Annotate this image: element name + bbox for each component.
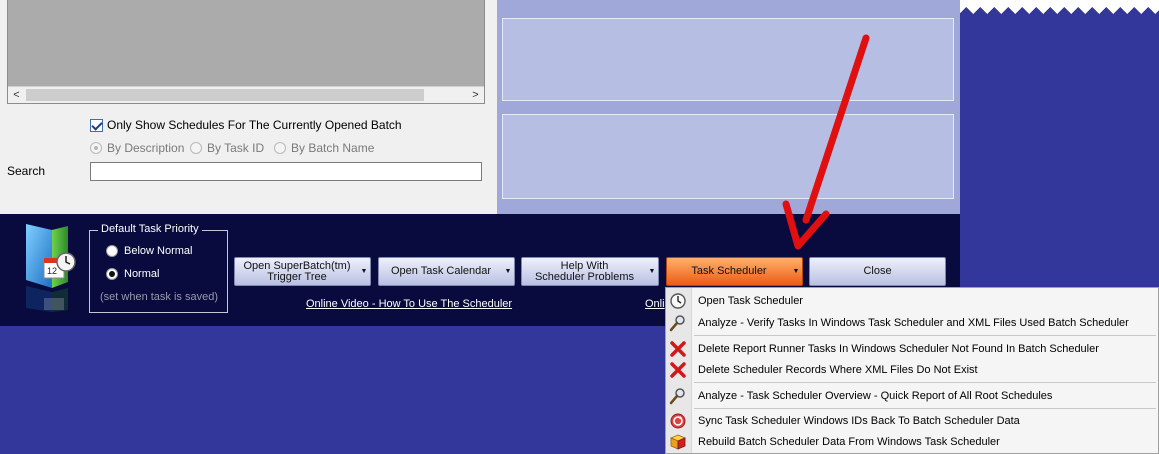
button-label: Open Task Calendar: [390, 265, 492, 277]
open-trigger-tree-button[interactable]: Open SuperBatch(tm) Trigger Tree ▼: [234, 257, 371, 286]
menu-separator: [694, 382, 1156, 383]
schedule-list[interactable]: < >: [7, 0, 485, 104]
button-label: Open SuperBatch(tm) Trigger Tree: [243, 259, 351, 283]
schedule-filter-panel: < > Only Show Schedules For The Currentl…: [0, 0, 497, 214]
priority-legend: Default Task Priority: [98, 223, 202, 235]
radio-button[interactable]: [190, 142, 202, 154]
menu-item-label: Delete Report Runner Tasks In Windows Sc…: [698, 342, 1099, 355]
menu-item-label: Analyze - Task Scheduler Overview - Quic…: [698, 389, 1053, 402]
menu-item-rebuild-data[interactable]: Rebuild Batch Scheduler Data From Window…: [666, 431, 1158, 452]
details-box-top: [502, 18, 954, 101]
close-button[interactable]: Close: [809, 257, 946, 286]
radio-below-normal[interactable]: Below Normal: [106, 245, 192, 257]
radio-label: Normal: [124, 268, 160, 280]
scrollbar-thumb[interactable]: [26, 89, 424, 101]
checkbox-checked[interactable]: [90, 118, 103, 132]
button-label: Task Scheduler: [691, 265, 767, 277]
help-scheduler-problems-button[interactable]: Help With Scheduler Problems ▼: [521, 257, 659, 286]
button-label: Close: [863, 265, 892, 277]
task-scheduler-button[interactable]: Task Scheduler ▼: [666, 257, 803, 286]
menu-item-analyze-overview[interactable]: Analyze - Task Scheduler Overview - Quic…: [666, 385, 1158, 406]
radio-label: Below Normal: [124, 245, 193, 257]
calendar-clock-logo-icon: 12: [26, 224, 76, 312]
radio-label: By Description: [107, 141, 185, 155]
open-task-calendar-button[interactable]: Open Task Calendar ▼: [378, 257, 515, 286]
search-input[interactable]: [90, 162, 482, 181]
menu-item-sync-ids[interactable]: Sync Task Scheduler Windows IDs Back To …: [666, 410, 1158, 431]
menu-item-label: Open Task Scheduler: [698, 294, 803, 307]
menu-item-label: Sync Task Scheduler Windows IDs Back To …: [698, 414, 1020, 427]
red-x-icon: [670, 362, 686, 378]
menu-item-analyze-verify[interactable]: Analyze - Verify Tasks In Windows Task S…: [666, 312, 1158, 333]
red-x-icon: [670, 341, 686, 357]
radio-by-batch-name[interactable]: By Batch Name: [274, 141, 374, 155]
only-current-batch-label: Only Show Schedules For The Currently Op…: [107, 118, 402, 132]
menu-item-label: Analyze - Verify Tasks In Windows Task S…: [698, 316, 1129, 329]
horizontal-scrollbar[interactable]: < >: [8, 86, 484, 103]
radio-normal[interactable]: Normal: [106, 268, 159, 280]
sync-icon: [670, 413, 686, 429]
radio-by-task-id[interactable]: By Task ID: [190, 141, 264, 155]
button-label: Help With Scheduler Problems: [534, 259, 635, 283]
search-label: Search: [7, 164, 46, 178]
dropdown-arrow-icon[interactable]: ▼: [503, 266, 513, 277]
online-link-partial[interactable]: Onli: [645, 298, 665, 310]
menu-item-label: Delete Scheduler Records Where XML Files…: [698, 363, 978, 376]
menu-item-delete-report-runner[interactable]: Delete Report Runner Tasks In Windows Sc…: [666, 338, 1158, 359]
dropdown-arrow-icon[interactable]: ▼: [359, 266, 369, 277]
magnifier-icon: [669, 388, 685, 405]
radio-by-description[interactable]: By Description: [90, 141, 184, 155]
radio-label: By Task ID: [207, 141, 265, 155]
radio-button[interactable]: [106, 268, 118, 280]
menu-separator: [694, 408, 1156, 409]
priority-note: (set when task is saved): [100, 291, 218, 303]
default-priority-group: Default Task Priority Below Normal Norma…: [89, 223, 228, 313]
svg-text:12: 12: [47, 266, 57, 276]
dropdown-arrow-icon[interactable]: ▼: [647, 266, 657, 277]
chevron-left-icon[interactable]: <: [8, 87, 25, 103]
chevron-right-icon[interactable]: >: [467, 87, 484, 103]
menu-item-open-task-scheduler[interactable]: Open Task Scheduler: [666, 290, 1158, 311]
details-box-bottom: [502, 114, 954, 199]
task-scheduler-menu: Open Task Scheduler Analyze - Verify Tas…: [665, 287, 1159, 454]
dropdown-arrow-icon[interactable]: ▼: [791, 266, 801, 277]
radio-button[interactable]: [106, 245, 118, 257]
radio-label: By Batch Name: [291, 141, 375, 155]
cube-icon: [669, 434, 687, 450]
online-video-link[interactable]: Online Video - How To Use The Scheduler: [306, 298, 512, 310]
menu-separator: [694, 335, 1156, 336]
details-panel: [497, 0, 960, 214]
clock-icon: [670, 293, 686, 309]
menu-item-label: Rebuild Batch Scheduler Data From Window…: [698, 435, 1000, 448]
radio-button[interactable]: [274, 142, 286, 154]
radio-button[interactable]: [90, 142, 102, 154]
menu-item-delete-scheduler-records[interactable]: Delete Scheduler Records Where XML Files…: [666, 359, 1158, 380]
magnifier-icon: [669, 315, 685, 332]
annotation-arrow-icon: [782, 34, 870, 250]
only-current-batch-checkbox[interactable]: Only Show Schedules For The Currently Op…: [90, 117, 402, 133]
